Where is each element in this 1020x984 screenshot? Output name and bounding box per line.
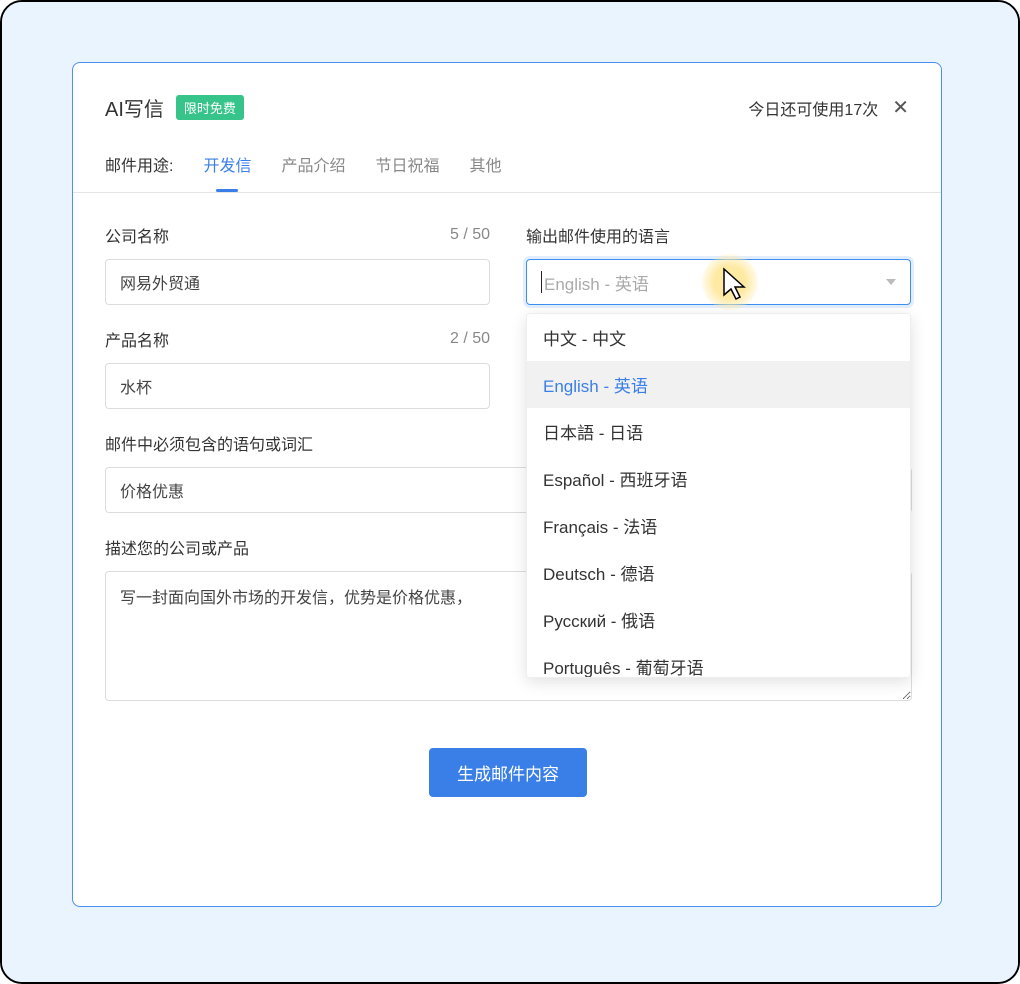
language-option[interactable]: English - 英语 (527, 361, 910, 408)
tab-product-intro[interactable]: 产品介绍 (281, 152, 345, 192)
modal-header: AI写信 限时免费 今日还可使用17次 ✕ (73, 63, 941, 130)
modal-title: AI写信 (105, 93, 164, 122)
language-option[interactable]: 日本語 - 日语 (527, 408, 910, 455)
language-option[interactable]: Français - 法语 (527, 502, 910, 549)
language-option[interactable]: 中文 - 中文 (527, 314, 910, 361)
company-char-count: 5 / 50 (450, 226, 490, 244)
ai-write-modal: AI写信 限时免费 今日还可使用17次 ✕ 邮件用途: 开发信 产品介绍 节日祝… (72, 62, 942, 907)
tab-other[interactable]: 其他 (470, 152, 502, 192)
chevron-down-icon (886, 279, 896, 285)
keywords-label: 邮件中必须包含的语句或词汇 (105, 431, 313, 455)
purpose-tabs: 邮件用途: 开发信 产品介绍 节日祝福 其他 (73, 130, 941, 193)
company-label: 公司名称 (105, 223, 169, 247)
product-label: 产品名称 (105, 327, 169, 351)
language-label: 输出邮件使用的语言 (526, 223, 670, 247)
language-placeholder: English - 英语 (544, 270, 649, 295)
product-char-count: 2 / 50 (450, 330, 490, 348)
language-field: 输出邮件使用的语言 English - 英语 (526, 223, 911, 305)
language-option[interactable]: Português - 葡萄牙语 (527, 643, 910, 678)
product-input[interactable] (105, 363, 490, 409)
tabs-label: 邮件用途: (105, 152, 173, 192)
usage-counter: 今日还可使用17次 (748, 96, 878, 120)
generate-button[interactable]: 生成邮件内容 (429, 748, 587, 797)
language-option[interactable]: Deutsch - 德语 (527, 549, 910, 596)
company-field: 公司名称 5 / 50 (105, 223, 490, 305)
description-label: 描述您的公司或产品 (105, 535, 249, 559)
language-option[interactable]: Español - 西班牙语 (527, 455, 910, 502)
product-field: 产品名称 2 / 50 (105, 327, 490, 409)
company-input[interactable] (105, 259, 490, 305)
text-cursor (541, 271, 542, 293)
close-icon[interactable]: ✕ (892, 95, 909, 120)
tab-holiday[interactable]: 节日祝福 (375, 152, 439, 192)
language-option[interactable]: Русский - 俄语 (527, 596, 910, 643)
tab-dev-letter[interactable]: 开发信 (203, 152, 251, 192)
free-badge: 限时免费 (176, 95, 244, 120)
language-dropdown: 中文 - 中文 English - 英语 日本語 - 日语 Español - … (526, 313, 911, 678)
language-select[interactable]: English - 英语 (526, 259, 911, 305)
